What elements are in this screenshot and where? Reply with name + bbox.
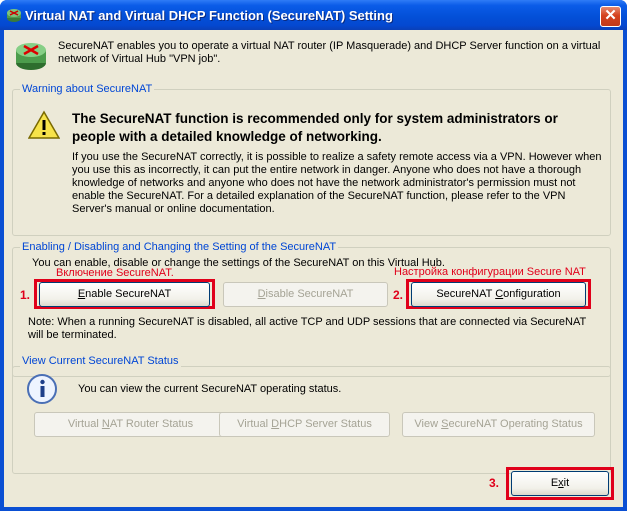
button-label-part: isable SecureNAT xyxy=(265,288,354,300)
button-label-part: Virtual xyxy=(67,418,102,430)
button-label-part: AT Router Status xyxy=(109,418,194,430)
window-title: Virtual NAT and Virtual DHCP Function (S… xyxy=(25,8,393,23)
button-label-part: nable SecureNAT xyxy=(85,288,172,300)
warning-body: If you use the SecureNAT correctly, it i… xyxy=(72,151,602,215)
virtual-dhcp-server-status-button[interactable]: Virtual DHCP Server Status xyxy=(219,412,390,437)
status-group-title: View Current SecureNAT Status xyxy=(20,355,181,367)
button-accelerator: N xyxy=(101,418,110,430)
disable-securenat-button[interactable]: Disable SecureNAT xyxy=(223,282,388,307)
annotation-label-enable: Включение SecureNAT. xyxy=(56,267,174,279)
annotation-label-config: Настройка конфигурации Secure NAT xyxy=(394,266,586,278)
intro-description: SecureNAT enables you to operate a virtu… xyxy=(58,40,601,65)
enable-securenat-button[interactable]: Enable SecureNAT xyxy=(39,282,210,307)
window-border-right xyxy=(623,30,627,511)
button-label-part: View xyxy=(414,418,442,430)
securenat-app-icon xyxy=(7,9,21,22)
button-label-part: onfiguration xyxy=(503,288,561,300)
dialog-client-area: SecureNAT enables you to operate a virtu… xyxy=(4,30,623,507)
warning-group-title: Warning about SecureNAT xyxy=(20,83,155,95)
window-border-bottom xyxy=(0,507,627,511)
button-label-part: HCP Server Status xyxy=(279,418,372,430)
enable-group-title: Enabling / Disabling and Changing the Se… xyxy=(20,241,339,253)
securenat-router-icon xyxy=(16,43,46,70)
view-securenat-operating-status-button[interactable]: View SecureNAT Operating Status xyxy=(402,412,595,437)
status-group-description: You can view the current SecureNAT opera… xyxy=(78,383,342,395)
virtual-nat-router-status-button[interactable]: Virtual NAT Router Status xyxy=(34,412,227,437)
button-label-part: Virtual xyxy=(237,418,272,430)
disable-note: Note: When a running SecureNAT is disabl… xyxy=(28,316,587,341)
button-label-part: SecureNAT xyxy=(436,288,496,300)
securenat-configuration-button[interactable]: SecureNAT Configuration xyxy=(411,282,586,307)
annotation-number-3: 3. xyxy=(489,476,500,490)
button-accelerator: D xyxy=(257,288,266,300)
annotation-number-1: 1. xyxy=(20,288,31,302)
warning-headline: The SecureNAT function is recommended on… xyxy=(72,111,558,144)
button-label-part: ecureNAT Operating Status xyxy=(448,418,583,430)
exit-button[interactable]: Exit xyxy=(511,471,609,496)
button-accelerator: C xyxy=(495,288,504,300)
warning-triangle-icon xyxy=(28,110,60,139)
securenat-window: Virtual NAT and Virtual DHCP Function (S… xyxy=(0,0,627,511)
title-bar[interactable]: Virtual NAT and Virtual DHCP Function (S… xyxy=(0,0,627,30)
info-icon xyxy=(27,374,57,404)
annotation-number-2: 2. xyxy=(393,288,404,302)
close-button[interactable]: ✕ xyxy=(600,6,621,27)
button-label-part: it xyxy=(563,477,570,489)
close-icon: ✕ xyxy=(604,7,617,24)
button-accelerator: D xyxy=(271,418,280,430)
